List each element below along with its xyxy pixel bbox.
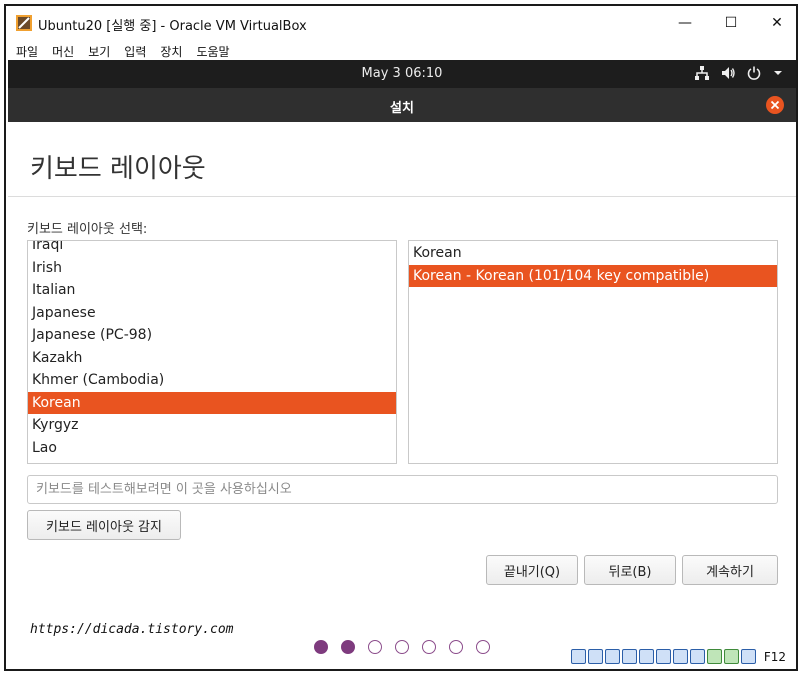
display-icon[interactable]: [673, 649, 688, 664]
installer-close-button[interactable]: [766, 96, 784, 114]
virtualbox-window: Ubuntu20 [실행 중] - Oracle VM VirtualBox —…: [4, 4, 798, 671]
layout-select-label: 키보드 레이아웃 선택:: [27, 222, 148, 237]
volume-icon[interactable]: [720, 65, 736, 81]
title-bar[interactable]: Ubuntu20 [실행 중] - Oracle VM VirtualBox —…: [6, 6, 796, 40]
menu-file[interactable]: 파일: [16, 43, 38, 60]
list-item[interactable]: Japanese (PC-98): [28, 324, 396, 347]
installer-header: 설치: [8, 88, 796, 122]
menu-view[interactable]: 보기: [88, 43, 110, 60]
quit-button[interactable]: 끝내기(Q): [486, 555, 578, 585]
shared-folder-icon[interactable]: [656, 649, 671, 664]
clock[interactable]: May 3 06:10: [8, 66, 796, 81]
vm-status-bar: F12: [8, 644, 796, 669]
window-title: Ubuntu20 [실행 중] - Oracle VM VirtualBox: [38, 19, 307, 34]
host-key-label: F12: [763, 650, 786, 664]
keyboard-test-input[interactable]: [27, 475, 778, 504]
virtualization-icon[interactable]: [707, 649, 722, 664]
minimize-icon: —: [678, 15, 692, 31]
recording-icon[interactable]: [690, 649, 705, 664]
list-item[interactable]: Irish: [28, 257, 396, 280]
layout-list[interactable]: Iraqi Irish Italian Japanese Japanese (P…: [27, 240, 397, 464]
list-item[interactable]: Kyrgyz: [28, 414, 396, 437]
status-icons: [571, 649, 756, 664]
list-item[interactable]: Iraqi: [28, 241, 396, 257]
close-icon: ✕: [771, 15, 783, 31]
list-item[interactable]: Korean: [409, 242, 777, 265]
virtualbox-app-icon: [16, 15, 32, 31]
list-item[interactable]: Khmer (Cambodia): [28, 369, 396, 392]
audio-icon[interactable]: [605, 649, 620, 664]
keyboard-capture-icon[interactable]: [741, 649, 756, 664]
watermark: https://dicada.tistory.com: [30, 622, 234, 637]
maximize-button[interactable]: ☐: [708, 10, 754, 36]
menu-devices[interactable]: 장치: [160, 43, 182, 60]
installer-content: 키보드 레이아웃 키보드 레이아웃 선택: Iraqi Irish Italia…: [8, 122, 796, 669]
menu-machine[interactable]: 머신: [52, 43, 74, 60]
list-item[interactable]: Japanese: [28, 302, 396, 325]
ubuntu-top-panel: May 3 06:10: [8, 60, 796, 88]
list-item-selected[interactable]: Korean - Korean (101/104 key compatible): [409, 264, 777, 287]
back-button[interactable]: 뒤로(B): [584, 555, 676, 585]
variant-list[interactable]: Korean Korean - Korean (101/104 key comp…: [408, 240, 778, 464]
menu-input[interactable]: 입력: [124, 43, 146, 60]
close-icon: [770, 100, 780, 110]
menu-help[interactable]: 도움말: [196, 43, 229, 60]
list-item[interactable]: Italian: [28, 279, 396, 302]
menu-bar: 파일 머신 보기 입력 장치 도움말: [6, 40, 796, 62]
hard-disk-icon[interactable]: [571, 649, 586, 664]
power-icon[interactable]: [746, 65, 762, 81]
optical-drive-icon[interactable]: [588, 649, 603, 664]
minimize-button[interactable]: —: [662, 10, 708, 36]
page-title: 키보드 레이아웃: [30, 154, 206, 184]
detect-layout-button[interactable]: 키보드 레이아웃 감지: [27, 510, 181, 540]
installer-title: 설치: [390, 101, 414, 116]
chevron-down-icon[interactable]: [772, 65, 784, 81]
maximize-icon: ☐: [724, 15, 738, 31]
network-icon[interactable]: [694, 65, 710, 81]
mouse-integration-icon[interactable]: [724, 649, 739, 664]
system-tray[interactable]: [694, 65, 784, 81]
divider: [8, 196, 796, 197]
list-item[interactable]: Kazakh: [28, 347, 396, 370]
list-item-selected[interactable]: Korean: [28, 391, 396, 414]
continue-button[interactable]: 계속하기: [682, 555, 778, 585]
close-button[interactable]: ✕: [754, 10, 796, 36]
usb-icon[interactable]: [639, 649, 654, 664]
network-adapter-icon[interactable]: [622, 649, 637, 664]
list-item[interactable]: Lao: [28, 437, 396, 460]
